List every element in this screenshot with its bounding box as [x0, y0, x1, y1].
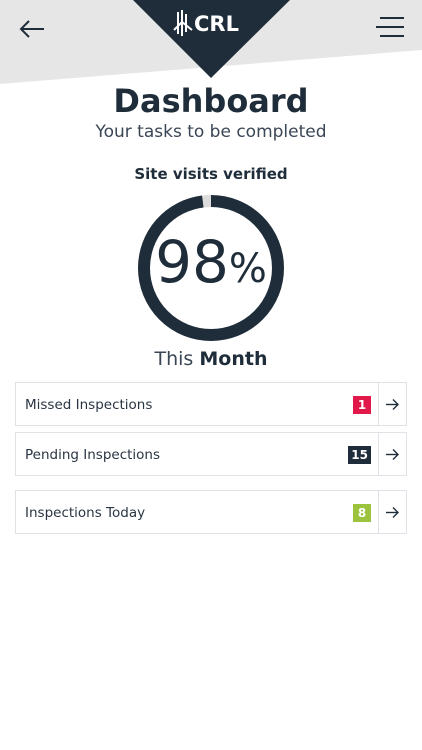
gauge-label: Site visits verified: [134, 165, 288, 183]
row-label: Missed Inspections: [25, 397, 153, 413]
page-title: Dashboard: [113, 82, 309, 120]
missed-inspections-row[interactable]: Missed Inspections 1: [15, 382, 407, 426]
arrow-left-icon: [19, 20, 44, 38]
inspections-today-row[interactable]: Inspections Today 8: [15, 490, 407, 534]
arrow-right-icon: [386, 448, 399, 460]
gauge-value: 98%: [136, 228, 286, 296]
logo-mark-icon: [173, 10, 193, 36]
row-label: Pending Inspections: [25, 447, 161, 463]
open-button[interactable]: [378, 433, 406, 475]
back-button[interactable]: [16, 14, 48, 44]
menu-button[interactable]: [376, 14, 406, 44]
gauge-number: 98: [155, 228, 229, 296]
logo-text: CRL: [194, 12, 239, 36]
period-bold: Month: [199, 348, 268, 370]
hamburger-menu-icon: [376, 17, 404, 37]
arrow-right-icon: [386, 506, 399, 518]
gauge-period: This Month: [0, 348, 422, 370]
row-label: Inspections Today: [25, 505, 146, 521]
page-subtitle: Your tasks to be completed: [95, 122, 327, 142]
count-badge: 8: [353, 504, 371, 522]
count-badge: 15: [348, 446, 371, 464]
crl-logo: CRL: [172, 8, 252, 44]
period-prefix: This: [154, 348, 194, 370]
open-button[interactable]: [378, 491, 406, 533]
gauge-unit: %: [228, 246, 267, 292]
open-button[interactable]: [378, 383, 406, 425]
pending-inspections-row[interactable]: Pending Inspections 15: [15, 432, 407, 476]
count-badge: 1: [353, 396, 371, 414]
arrow-right-icon: [386, 398, 399, 410]
